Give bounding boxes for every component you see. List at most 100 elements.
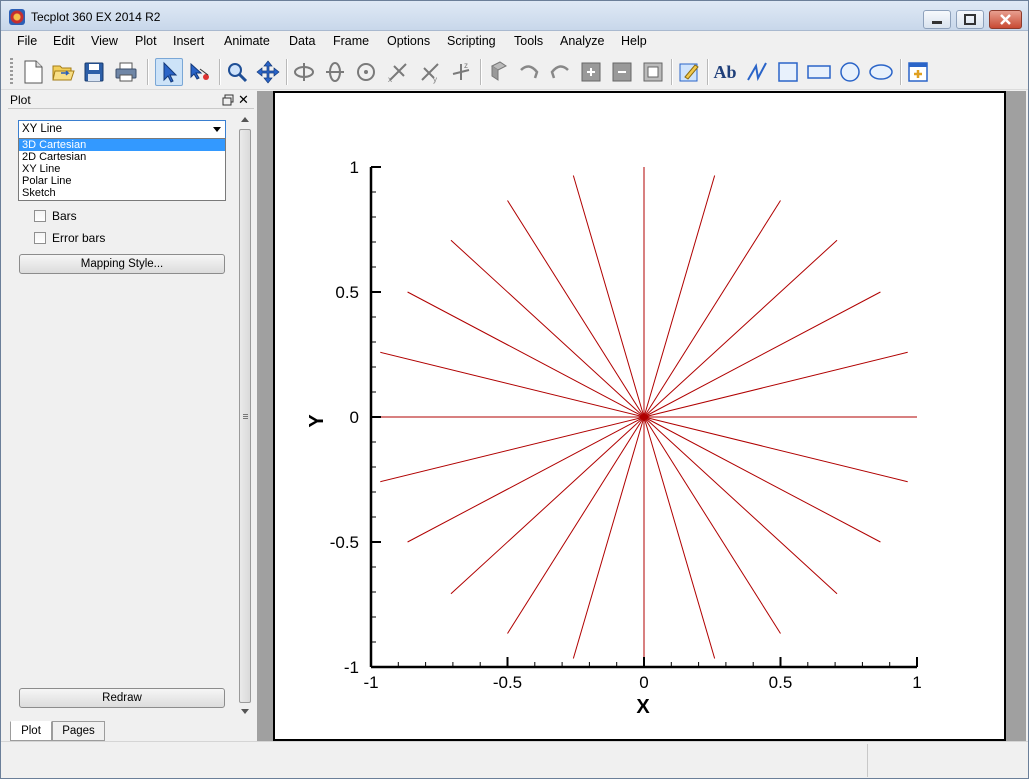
xy-plot[interactable]: -1 -0.5 0 0.5 1 1 0.5 0 -0.5 -1 X Y (275, 93, 1004, 739)
scroll-thumb[interactable] (239, 129, 251, 703)
text-tool-button[interactable]: Ab (711, 58, 739, 86)
menu-frame[interactable]: Frame (332, 34, 370, 48)
ray-line-315 (643, 416, 838, 595)
x-tick-label: -1 (363, 673, 378, 692)
curved-arrow-left-icon (520, 65, 539, 79)
square-tool-button[interactable] (774, 58, 802, 86)
print-button[interactable] (112, 58, 140, 86)
restore-panel-icon[interactable] (222, 94, 234, 106)
menu-analyze[interactable]: Analyze (559, 34, 605, 48)
edit-button[interactable] (675, 58, 703, 86)
minus-box-icon (612, 62, 632, 82)
scroll-up-icon[interactable] (241, 117, 249, 122)
menu-insert[interactable]: Insert (172, 34, 205, 48)
rotate-left-button[interactable] (515, 58, 543, 86)
toolbar-grip[interactable] (10, 58, 13, 86)
ray-line-255 (572, 416, 645, 659)
new-file-button[interactable] (19, 58, 47, 86)
plus-box-icon (581, 62, 601, 82)
close-icon (1000, 14, 1011, 25)
zoom-tool-button[interactable] (223, 58, 251, 86)
scroll-down-icon[interactable] (241, 709, 249, 714)
option-polar-line[interactable]: Polar Line (19, 175, 225, 187)
data-rays (371, 167, 917, 667)
rotate-yz-button[interactable]: z (447, 58, 475, 86)
rotate-right-button[interactable] (546, 58, 574, 86)
maximize-button[interactable] (956, 10, 984, 29)
ray-line-105 (572, 175, 645, 418)
menu-help[interactable]: Help (620, 34, 648, 48)
mapping-style-button[interactable]: Mapping Style... (19, 254, 225, 274)
bars-checkbox-row[interactable]: Bars (34, 209, 77, 223)
edit-pencil-icon (679, 63, 699, 82)
close-button[interactable] (989, 10, 1022, 29)
ray-line-285 (643, 416, 716, 659)
title-bar: Tecplot 360 EX 2014 R2 (1, 1, 1028, 31)
probe-icon (491, 61, 507, 81)
probe-button[interactable] (484, 58, 512, 86)
rotate-z-button[interactable] (352, 58, 380, 86)
tab-pages[interactable]: Pages (52, 721, 105, 741)
selector-tool-button[interactable] (155, 58, 183, 86)
menu-edit[interactable]: Edit (52, 34, 76, 48)
plot-frame[interactable]: -1 -0.5 0 0.5 1 1 0.5 0 -0.5 -1 X Y (273, 91, 1006, 741)
rotate-z-icon (357, 63, 375, 81)
ray-line-210 (407, 416, 645, 543)
ray-line-150 (407, 291, 645, 418)
menu-plot[interactable]: Plot (134, 34, 158, 48)
sidebar-scrollbar[interactable] (238, 113, 252, 719)
option-xy-line[interactable]: XY Line (19, 163, 225, 175)
close-panel-icon[interactable]: ✕ (238, 92, 249, 108)
printer-icon (115, 62, 137, 82)
option-3d-cartesian[interactable]: 3D Cartesian (19, 139, 225, 151)
menu-file[interactable]: File (16, 34, 38, 48)
rotate-y-icon (326, 62, 344, 82)
frame-tool-button[interactable] (904, 58, 932, 86)
bars-checkbox[interactable] (34, 210, 46, 222)
new-file-icon (24, 60, 43, 84)
svg-text:y: y (433, 75, 437, 84)
ray-line-120 (507, 200, 645, 418)
option-2d-cartesian[interactable]: 2D Cartesian (19, 151, 225, 163)
adjustor-arrow-icon (190, 62, 209, 80)
redraw-button[interactable]: Redraw (19, 688, 225, 708)
save-button[interactable] (80, 58, 108, 86)
menu-view[interactable]: View (90, 34, 119, 48)
frame-add-icon (908, 62, 928, 82)
plot-type-value: XY Line (22, 123, 63, 135)
rectangle-tool-button[interactable] (805, 58, 833, 86)
adjustor-tool-button[interactable] (186, 58, 214, 86)
menu-options[interactable]: Options (386, 34, 431, 48)
menu-data[interactable]: Data (288, 34, 316, 48)
ray-line-300 (643, 416, 781, 634)
error-bars-checkbox[interactable] (34, 232, 46, 244)
error-bars-checkbox-row[interactable]: Error bars (34, 231, 105, 245)
menu-animate[interactable]: Animate (223, 34, 271, 48)
y-tick-label: -0.5 (330, 533, 359, 552)
tab-plot[interactable]: Plot (10, 721, 52, 741)
translate-tool-button[interactable] (254, 58, 282, 86)
y-tick-label: 1 (350, 158, 359, 177)
ellipse-tool-button[interactable] (867, 58, 895, 86)
rotate-x-button[interactable] (290, 58, 318, 86)
open-file-button[interactable] (49, 58, 77, 86)
rotate-xy-button[interactable]: x (384, 58, 412, 86)
menu-tools[interactable]: Tools (513, 34, 544, 48)
minimize-button[interactable] (923, 10, 951, 29)
option-sketch[interactable]: Sketch (19, 187, 225, 199)
tecplot-app-icon (9, 9, 25, 25)
plot-sidebar: Plot ✕ XY Line 3D Cartesian 2D Cartesian… (8, 91, 254, 741)
fit-button[interactable] (639, 58, 667, 86)
x-tick-label: -0.5 (493, 673, 522, 692)
line-tool-button[interactable] (743, 58, 771, 86)
rotate-xz-button[interactable]: y (416, 58, 444, 86)
rotate-y-button[interactable] (321, 58, 349, 86)
menu-scripting[interactable]: Scripting (446, 34, 497, 48)
circle-tool-button[interactable] (836, 58, 864, 86)
plot-type-select[interactable]: XY Line (18, 120, 226, 139)
ray-line-30 (643, 291, 881, 418)
zoom-out-button[interactable] (608, 58, 636, 86)
move-arrows-icon (256, 60, 280, 84)
y-tick-label: 0 (350, 408, 359, 427)
zoom-in-button[interactable] (577, 58, 605, 86)
